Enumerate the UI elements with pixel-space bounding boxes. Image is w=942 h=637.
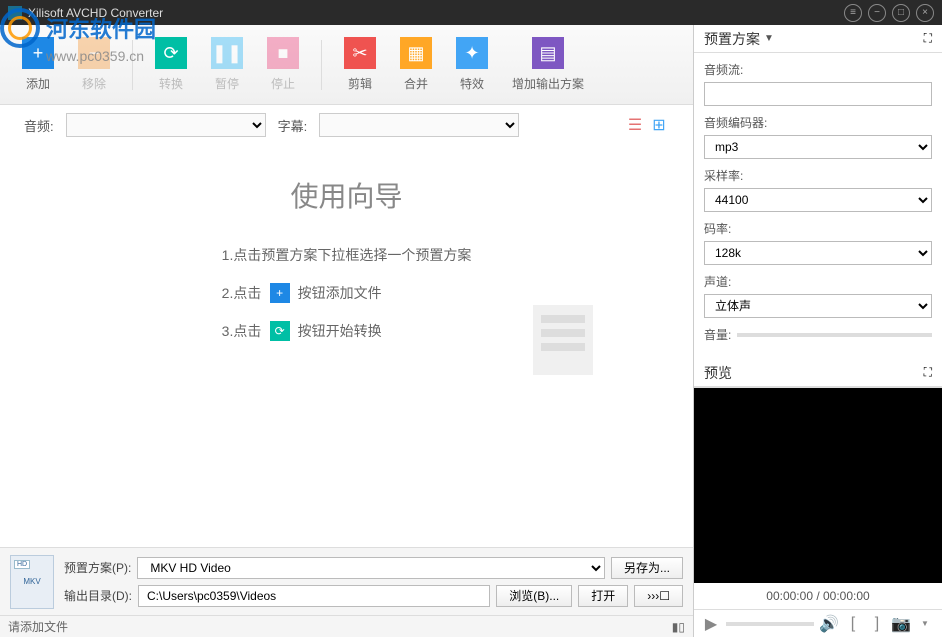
add-button[interactable]: + 添加	[12, 33, 64, 96]
bracket-left-button[interactable]: [	[844, 615, 862, 633]
status-text: 请添加文件	[8, 618, 68, 635]
browse-button[interactable]: 浏览(B)...	[496, 585, 572, 607]
expand-icon[interactable]: ⛶	[924, 365, 932, 380]
grid-view-button[interactable]: ⊞	[649, 115, 669, 135]
audio-filter-select[interactable]	[66, 113, 266, 137]
status-icon: ▮▯	[672, 620, 685, 634]
merge-button[interactable]: ▦ 合并	[390, 33, 442, 96]
play-button[interactable]: ▶	[702, 615, 720, 633]
audio-stream-input[interactable]	[704, 82, 932, 106]
saveas-button[interactable]: 另存为...	[611, 557, 683, 579]
bitrate-label: 码率:	[704, 220, 932, 237]
main-toolbar: + 添加 − 移除 ⟳ 转换 ❚❚ 暂停 ■ 停止 ✂	[0, 25, 693, 105]
dropdown-icon[interactable]: ▼	[916, 615, 934, 633]
list-view-button[interactable]: ☰	[625, 115, 645, 135]
open-button[interactable]: 打开	[578, 585, 628, 607]
sample-rate-select[interactable]: 44100	[704, 188, 932, 212]
time-display: 00:00:00 / 00:00:00	[694, 583, 942, 609]
effect-button[interactable]: ✦ 特效	[446, 33, 498, 96]
chevron-down-icon[interactable]: ▼	[764, 33, 774, 44]
pause-icon: ❚❚	[211, 37, 243, 69]
cut-button[interactable]: ✂ 剪辑	[334, 33, 386, 96]
scissors-icon: ✂	[344, 37, 376, 69]
volume-slider[interactable]	[737, 333, 932, 337]
minimize-button[interactable]: −	[868, 4, 886, 22]
maximize-button[interactable]: □	[892, 4, 910, 22]
filter-bar: 音频: 字幕: ☰ ⊞	[0, 105, 693, 145]
format-thumbnail: MKV	[10, 555, 54, 609]
pause-button[interactable]: ❚❚ 暂停	[201, 33, 253, 96]
titlebar: Xilisoft AVCHD Converter ≡ − □ ×	[0, 0, 942, 25]
audio-stream-label: 音频流:	[704, 61, 932, 78]
expand-icon[interactable]: ⛶	[924, 31, 932, 46]
convert-icon: ⟳	[270, 321, 290, 341]
guide-step-1: 1.点击预置方案下拉框选择一个预置方案	[222, 245, 472, 265]
add-profile-button[interactable]: ▤ 增加输出方案	[502, 33, 594, 96]
bottom-bar: MKV 预置方案(P): MKV HD Video 另存为... 输出目录(D)…	[0, 547, 693, 615]
channel-label: 声道:	[704, 273, 932, 290]
guide-step-3: 3.点击 ⟳ 按钮开始转换	[222, 321, 472, 341]
window-title: Xilisoft AVCHD Converter	[28, 6, 163, 20]
stop-button[interactable]: ■ 停止	[257, 33, 309, 96]
sample-rate-label: 采样率:	[704, 167, 932, 184]
volume-button[interactable]: 🔊	[820, 615, 838, 633]
remove-button[interactable]: − 移除	[68, 33, 120, 96]
placeholder-thumbnail	[533, 305, 593, 375]
stop-icon: ■	[267, 37, 299, 69]
profile-panel-title: 预置方案	[704, 29, 760, 49]
minus-icon: −	[78, 37, 110, 69]
audio-codec-label: 音频编码器:	[704, 114, 932, 131]
convert-button[interactable]: ⟳ 转换	[145, 33, 197, 96]
bracket-right-button[interactable]: ]	[868, 615, 886, 633]
profile-icon: ▤	[532, 37, 564, 69]
preview-video	[694, 388, 942, 583]
profile-label: 预置方案(P):	[64, 559, 131, 576]
audio-filter-label: 音频:	[24, 116, 54, 135]
preview-panel-header: 预览 ⛶	[694, 359, 942, 387]
audio-codec-select[interactable]: mp3	[704, 135, 932, 159]
channel-select[interactable]: 立体声	[704, 294, 932, 318]
bitrate-select[interactable]: 128k	[704, 241, 932, 265]
output-path-input[interactable]	[138, 585, 490, 607]
output-label: 输出目录(D):	[64, 587, 132, 604]
content-area: 使用向导 1.点击预置方案下拉框选择一个预置方案 2.点击 + 按钮添加文件 3…	[0, 145, 693, 547]
volume-label: 音量:	[704, 326, 731, 343]
profile-panel-header: 预置方案 ▼ ⛶	[694, 25, 942, 53]
preview-panel-title: 预览	[704, 363, 732, 383]
player-controls: ▶ 🔊 [ ] 📷 ▼	[694, 609, 942, 637]
menu-button[interactable]: ≡	[844, 4, 862, 22]
close-button[interactable]: ×	[916, 4, 934, 22]
app-icon	[8, 6, 22, 20]
snapshot-button[interactable]: 📷	[892, 615, 910, 633]
merge-icon: ▦	[400, 37, 432, 69]
plus-icon: +	[22, 37, 54, 69]
nav-button[interactable]: ›››☐	[634, 585, 683, 607]
profile-select[interactable]: MKV HD Video	[137, 557, 605, 579]
effect-icon: ✦	[456, 37, 488, 69]
subtitle-filter-select[interactable]	[319, 113, 519, 137]
plus-icon: +	[270, 283, 290, 303]
guide-step-2: 2.点击 + 按钮添加文件	[222, 283, 472, 303]
convert-icon: ⟳	[155, 37, 187, 69]
status-bar: 请添加文件 ▮▯	[0, 615, 693, 637]
guide-title: 使用向导	[0, 175, 693, 215]
progress-slider[interactable]	[726, 622, 814, 626]
subtitle-filter-label: 字幕:	[278, 116, 308, 135]
